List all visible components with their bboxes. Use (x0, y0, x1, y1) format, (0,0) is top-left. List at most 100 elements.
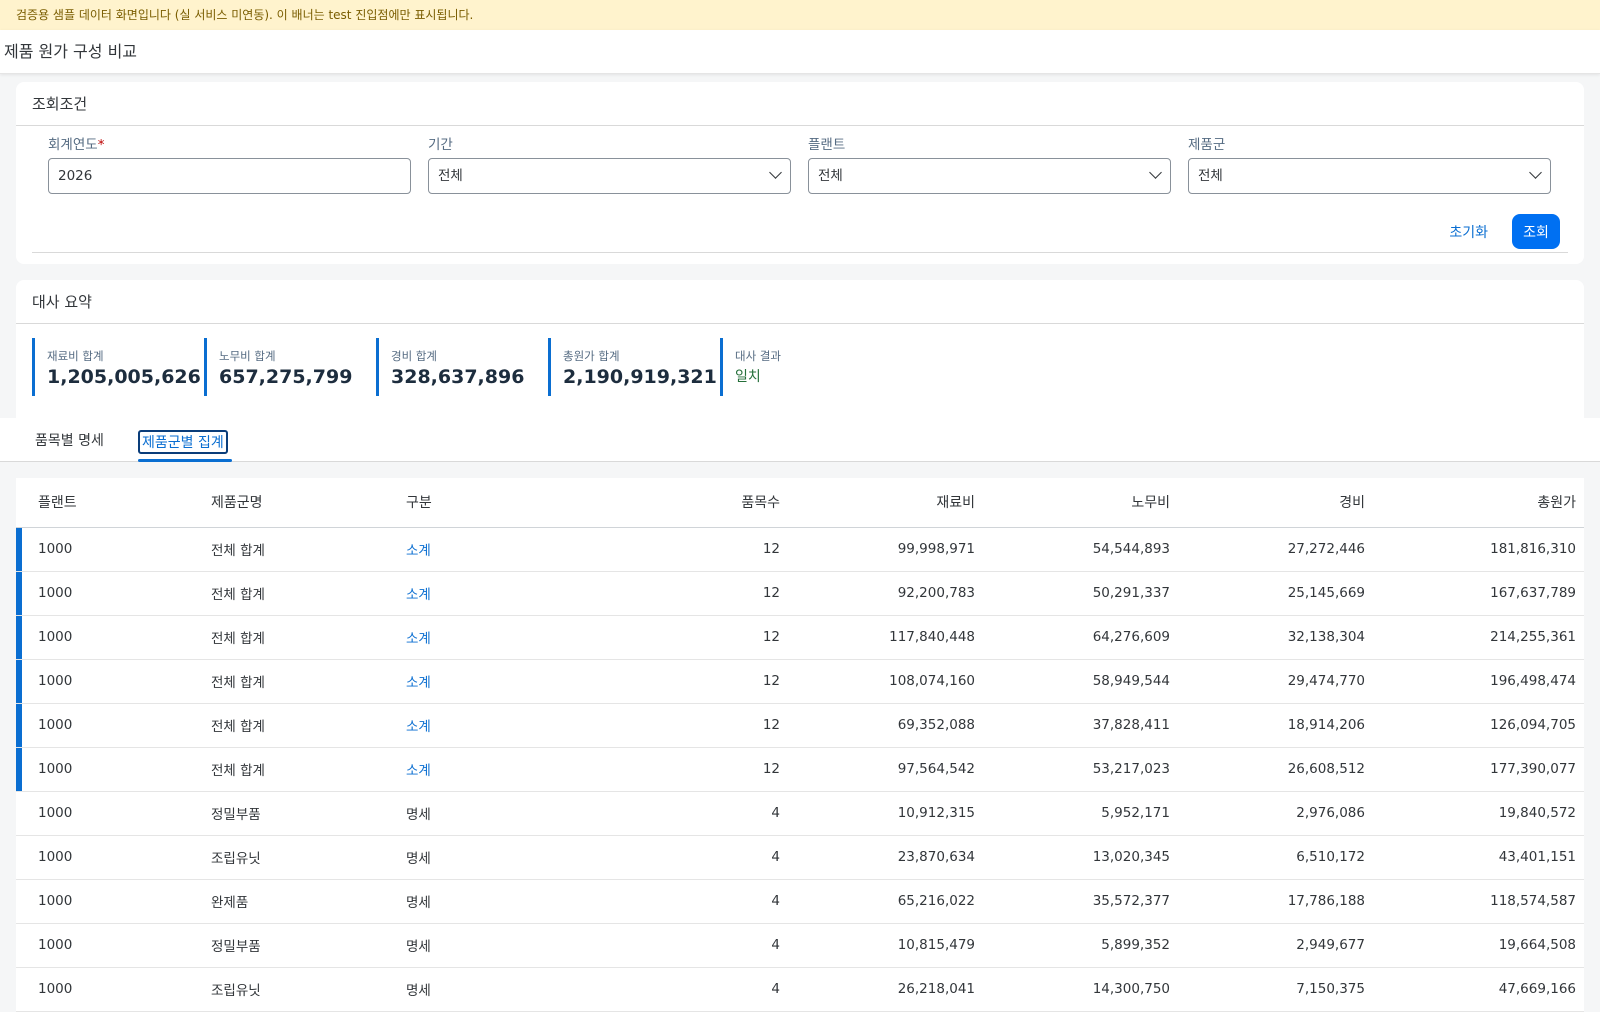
cell-material: 108,074,160 (788, 659, 983, 704)
cell-total: 19,664,508 (1373, 923, 1584, 968)
cell-plant: 1000 (16, 615, 203, 660)
kpi-material: 재료비 합계 1,205,005,626 (32, 338, 204, 396)
cell-product-group: 전체 합계 (203, 747, 398, 792)
subtotal-link[interactable]: 소계 (398, 659, 593, 704)
table-row[interactable]: 1000 전체 합계 소계 12 69,352,088 37,828,411 1… (16, 703, 1584, 748)
cell-product-group: 조립유닛 (203, 835, 398, 880)
chevron-down-icon (769, 166, 782, 179)
table-row[interactable]: 1000 전체 합계 소계 12 99,998,971 54,544,893 2… (16, 527, 1584, 572)
cell-plant: 1000 (16, 923, 203, 968)
cell-material: 99,998,971 (788, 527, 983, 572)
kpi-value: 657,275,799 (219, 366, 353, 388)
kpi-total: 총원가 합계 2,190,919,321 (548, 338, 720, 396)
table-row[interactable]: 1000 조립유닛 명세 4 26,218,041 14,300,750 7,1… (16, 967, 1584, 1012)
cell-overhead: 6,510,172 (1178, 835, 1373, 880)
product-group-label: 제품군 (1188, 137, 1226, 153)
cell-total: 126,094,705 (1373, 703, 1584, 748)
cell-overhead: 18,914,206 (1178, 703, 1373, 748)
cell-labor: 54,544,893 (983, 527, 1178, 572)
cell-total: 19,840,572 (1373, 791, 1584, 836)
plant-select[interactable]: 전체 (808, 158, 1171, 194)
cell-labor: 58,949,544 (983, 659, 1178, 704)
product-group-value: 전체 (1198, 168, 1223, 184)
cell-product-group: 전체 합계 (203, 659, 398, 704)
cell-overhead: 17,786,188 (1178, 879, 1373, 924)
filter-actions: 초기화 조회 (1439, 214, 1560, 249)
cell-plant: 1000 (16, 747, 203, 792)
table-row[interactable]: 1000 전체 합계 소계 12 97,564,542 53,217,023 2… (16, 747, 1584, 792)
column-header-type[interactable]: 구분 (398, 478, 593, 528)
product-group-select[interactable]: 전체 (1188, 158, 1551, 194)
column-header-item-count[interactable]: 품목수 (593, 478, 788, 528)
cell-overhead: 25,145,669 (1178, 571, 1373, 616)
reconciliation-status: 일치 (735, 369, 761, 385)
cell-labor: 5,952,171 (983, 791, 1178, 836)
cell-plant: 1000 (16, 791, 203, 836)
subtotal-link[interactable]: 소계 (398, 527, 593, 572)
fiscal-year-input[interactable]: 2026 (48, 158, 411, 194)
cell-product-group: 조립유닛 (203, 967, 398, 1012)
cell-item-count: 4 (593, 879, 788, 924)
reset-button[interactable]: 초기화 (1439, 216, 1498, 248)
table-row[interactable]: 1000 완제품 명세 4 65,216,022 35,572,377 17,7… (16, 879, 1584, 924)
kpi-label: 대사 결과 (735, 349, 781, 363)
column-header-material[interactable]: 재료비 (788, 478, 983, 528)
filter-panel: 조회조건 회계연도* 2026 기간 전체 플랜트 전체 제품군 전체 초기화 … (16, 82, 1584, 264)
cell-total: 167,637,789 (1373, 571, 1584, 616)
table-row[interactable]: 1000 조립유닛 명세 4 23,870,634 13,020,345 6,5… (16, 835, 1584, 880)
plant-label: 플랜트 (808, 137, 846, 153)
cell-overhead: 26,608,512 (1178, 747, 1373, 792)
search-button[interactable]: 조회 (1512, 214, 1560, 249)
cell-item-count: 12 (593, 527, 788, 572)
kpi-label: 총원가 합계 (563, 349, 620, 363)
test-banner: 검증용 샘플 데이터 화면입니다 (실 서비스 미연동). 이 배너는 test… (0, 0, 1600, 30)
cell-type: 명세 (398, 879, 593, 924)
subtotal-link[interactable]: 소계 (398, 747, 593, 792)
cell-material: 69,352,088 (788, 703, 983, 748)
kpi-label: 경비 합계 (391, 349, 437, 363)
cell-type: 명세 (398, 967, 593, 1012)
column-header-total[interactable]: 총원가 (1373, 478, 1584, 528)
period-filter: 기간 전체 (428, 136, 791, 194)
tab-product-group-summary[interactable]: 제품군별 집계 (138, 430, 228, 454)
table-row[interactable]: 1000 정밀부품 명세 4 10,912,315 5,952,171 2,97… (16, 791, 1584, 836)
column-header-product-group[interactable]: 제품군명 (203, 478, 398, 528)
cell-labor: 14,300,750 (983, 967, 1178, 1012)
table-row[interactable]: 1000 전체 합계 소계 12 92,200,783 50,291,337 2… (16, 571, 1584, 616)
cell-labor: 5,899,352 (983, 923, 1178, 968)
cell-total: 181,816,310 (1373, 527, 1584, 572)
tab-item-detail[interactable]: 품목별 명세 (35, 430, 104, 454)
cell-item-count: 12 (593, 571, 788, 616)
cell-material: 23,870,634 (788, 835, 983, 880)
cost-table: 플랜트 제품군명 구분 품목수 재료비 노무비 경비 총원가 1000 전체 합… (16, 478, 1584, 1012)
fiscal-year-filter: 회계연도* 2026 (48, 136, 411, 194)
table-row[interactable]: 1000 정밀부품 명세 4 10,815,479 5,899,352 2,94… (16, 923, 1584, 968)
filter-bar: 회계연도* 2026 기간 전체 플랜트 전체 제품군 전체 (48, 136, 1552, 194)
column-header-overhead[interactable]: 경비 (1178, 478, 1373, 528)
period-value: 전체 (438, 168, 463, 184)
cell-overhead: 2,949,677 (1178, 923, 1373, 968)
table-row[interactable]: 1000 전체 합계 소계 12 108,074,160 58,949,544 … (16, 659, 1584, 704)
plant-filter: 플랜트 전체 (808, 136, 1171, 194)
table-header-row: 플랜트 제품군명 구분 품목수 재료비 노무비 경비 총원가 (16, 478, 1584, 528)
active-tab-indicator (138, 459, 232, 462)
table-row[interactable]: 1000 전체 합계 소계 12 117,840,448 64,276,609 … (16, 615, 1584, 660)
cell-plant: 1000 (16, 835, 203, 880)
cell-plant: 1000 (16, 527, 203, 572)
cell-item-count: 12 (593, 747, 788, 792)
column-header-labor[interactable]: 노무비 (983, 478, 1178, 528)
cell-labor: 37,828,411 (983, 703, 1178, 748)
cell-plant: 1000 (16, 967, 203, 1012)
cell-material: 10,815,479 (788, 923, 983, 968)
subtotal-link[interactable]: 소계 (398, 571, 593, 616)
period-select[interactable]: 전체 (428, 158, 791, 194)
cell-type: 명세 (398, 791, 593, 836)
subtotal-link[interactable]: 소계 (398, 615, 593, 660)
column-header-plant[interactable]: 플랜트 (16, 478, 203, 528)
kpi-value: 2,190,919,321 (563, 366, 717, 388)
kpi-reconciliation-result: 대사 결과 일치 (720, 338, 892, 396)
cell-overhead: 2,976,086 (1178, 791, 1373, 836)
cell-item-count: 4 (593, 967, 788, 1012)
subtotal-link[interactable]: 소계 (398, 703, 593, 748)
cell-total: 118,574,587 (1373, 879, 1584, 924)
